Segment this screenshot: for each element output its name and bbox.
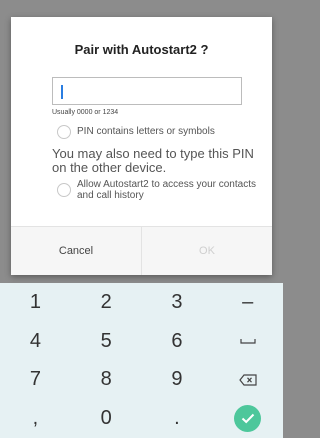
key-9[interactable]: 9 [142, 361, 213, 400]
check-icon [241, 413, 254, 424]
pin-hint: Usually 0000 or 1234 [52, 109, 119, 116]
pin-letters-option[interactable]: PIN contains letters or symbols [57, 125, 215, 139]
key-space[interactable] [212, 322, 283, 361]
done-button[interactable] [234, 405, 262, 433]
key-2[interactable]: 2 [71, 283, 142, 322]
numeric-keyboard: 1 2 3 – 4 5 6 7 8 9 , 0 . [0, 283, 283, 438]
key-1[interactable]: 1 [0, 283, 71, 322]
key-backspace[interactable] [212, 361, 283, 400]
key-4[interactable]: 4 [0, 322, 71, 361]
dialog-title: Pair with Autostart2 ? [74, 42, 209, 57]
key-6[interactable]: 6 [142, 322, 213, 361]
pin-letters-label: PIN contains letters or symbols [77, 126, 215, 137]
contacts-access-label: Allow Autostart2 to access your contacts… [77, 179, 256, 201]
key-3[interactable]: 3 [142, 283, 213, 322]
pin-letters-checkbox[interactable] [57, 125, 71, 139]
contacts-access-checkbox[interactable] [57, 183, 71, 197]
ok-button[interactable]: OK [142, 227, 272, 275]
key-8[interactable]: 8 [71, 361, 142, 400]
cancel-button[interactable]: Cancel [11, 227, 142, 275]
text-caret [61, 85, 63, 99]
key-dot[interactable]: . [142, 399, 213, 438]
space-icon [240, 339, 256, 344]
key-0[interactable]: 0 [71, 399, 142, 438]
pin-info-text: You may also need to type this PIN on th… [52, 146, 254, 175]
key-comma[interactable]: , [0, 399, 71, 438]
contacts-access-option[interactable]: Allow Autostart2 to access your contacts… [57, 179, 257, 201]
key-5[interactable]: 5 [71, 322, 142, 361]
key-done[interactable] [212, 399, 283, 438]
key-dash[interactable]: – [212, 283, 283, 322]
key-7[interactable]: 7 [0, 361, 71, 400]
pair-dialog: Pair with Autostart2 ? Usually 0000 or 1… [11, 17, 272, 275]
dialog-button-bar: Cancel OK [11, 226, 272, 275]
pin-input[interactable] [52, 77, 242, 105]
backspace-icon [238, 374, 257, 386]
